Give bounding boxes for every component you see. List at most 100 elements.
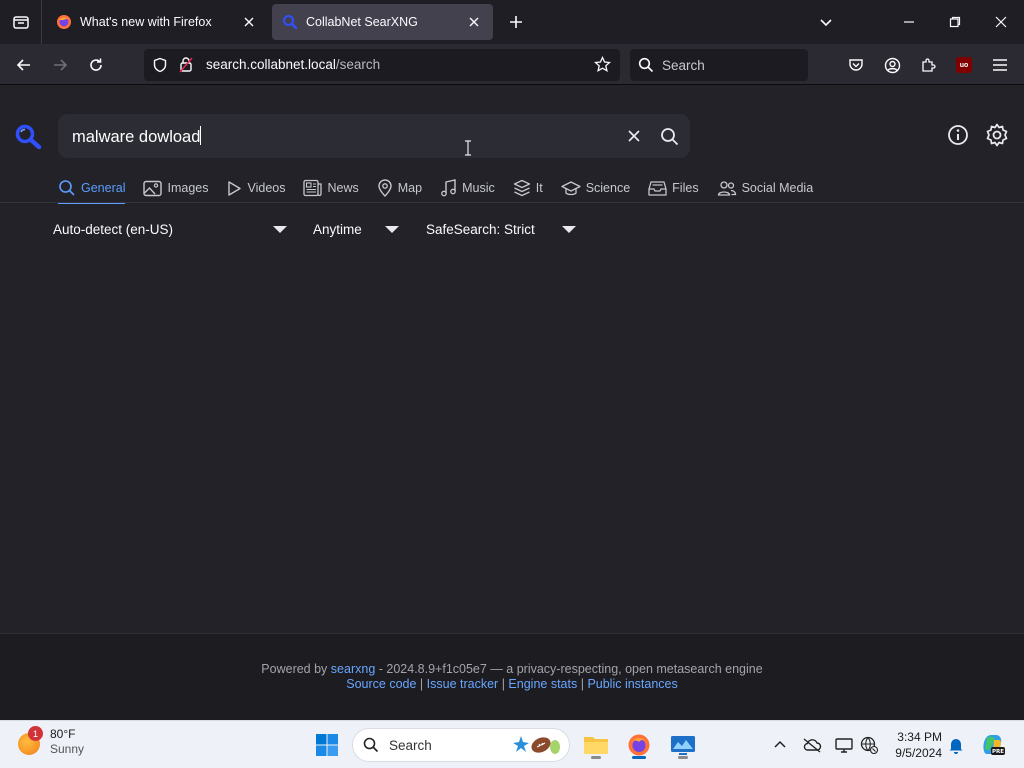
taskbar-search[interactable]: Search <box>352 728 570 762</box>
active-indicator <box>632 756 646 759</box>
windows-taskbar: 1 80°F Sunny Search 3:34 PM 9/5/2024 PRE <box>0 720 1024 768</box>
dropdown-arrow-icon <box>562 225 576 233</box>
category-images[interactable]: Images <box>143 173 208 203</box>
notifications-button[interactable] <box>946 735 966 755</box>
search-query-text: malware dowload <box>72 126 202 147</box>
tab-close-button[interactable] <box>240 13 258 31</box>
category-files[interactable]: Files <box>648 173 699 203</box>
display-tray-button[interactable] <box>834 735 854 755</box>
dropdown-arrow-icon <box>273 225 287 233</box>
account-button[interactable] <box>877 50 907 80</box>
category-tabs: General Images Videos News Map Music It <box>58 173 831 204</box>
remote-desktop-button[interactable] <box>667 729 699 761</box>
onedrive-tray-button[interactable] <box>802 735 822 755</box>
firefox-taskbar-button[interactable] <box>623 729 655 761</box>
clock-date: 9/5/2024 <box>895 746 942 760</box>
page-footer: Powered by searxng - 2024.8.9+f1c05e7 — … <box>0 633 1024 720</box>
reload-button[interactable] <box>81 50 111 80</box>
forward-button[interactable] <box>45 50 75 80</box>
source-code-link[interactable]: Source code <box>346 677 416 691</box>
ublock-origin-button[interactable]: uo <box>949 50 979 80</box>
firefox-view-icon <box>12 16 29 29</box>
pocket-icon <box>849 59 863 71</box>
category-videos[interactable]: Videos <box>226 173 285 203</box>
hamburger-menu-icon <box>993 59 1007 71</box>
firefox-logo-icon <box>57 15 71 29</box>
show-hidden-icons-button[interactable] <box>770 735 790 755</box>
browser-search-bar[interactable]: Search <box>630 49 808 81</box>
newspaper-icon <box>303 179 323 197</box>
searxng-link[interactable]: searxng <box>331 662 375 676</box>
restore-button[interactable] <box>932 0 978 44</box>
tab-collabnet-searxng[interactable]: CollabNet SearXNG <box>272 4 493 40</box>
category-news[interactable]: News <box>303 173 359 203</box>
about-button[interactable] <box>946 123 970 147</box>
firefox-view-button[interactable] <box>0 0 42 44</box>
weather-text: 80°F Sunny <box>50 727 84 757</box>
image-icon <box>143 180 163 196</box>
language-select-value: Auto-detect (en-US) <box>53 221 174 237</box>
safesearch-select[interactable]: SafeSearch: Strict <box>426 220 576 238</box>
extensions-button[interactable] <box>913 50 943 80</box>
text-cursor-icon <box>465 140 471 156</box>
search-submit-button[interactable] <box>657 124 681 148</box>
category-general[interactable]: General <box>58 173 126 204</box>
shield-icon[interactable] <box>152 57 168 73</box>
url-path: /search <box>335 57 381 72</box>
url-text: search.collabnet.local/search <box>206 57 380 72</box>
weather-condition: Sunny <box>50 742 85 756</box>
category-label: Map <box>397 181 423 195</box>
tab-title: What's new with Firefox <box>80 15 212 29</box>
bookmark-star-icon[interactable] <box>594 56 611 73</box>
new-tab-button[interactable] <box>502 8 530 36</box>
puzzle-piece-icon <box>922 58 936 72</box>
category-social-media[interactable]: Social Media <box>717 173 813 203</box>
network-tray-button[interactable] <box>859 735 879 755</box>
weather-widget[interactable]: 1 80°F Sunny <box>18 726 84 757</box>
insecure-lock-icon[interactable] <box>178 56 194 73</box>
list-all-tabs-button[interactable] <box>803 0 849 44</box>
searxng-logo-icon[interactable] <box>14 123 42 149</box>
language-select[interactable]: Auto-detect (en-US) <box>53 220 287 238</box>
text-caret <box>200 126 202 145</box>
preferences-button[interactable] <box>984 122 1010 148</box>
browser-search-placeholder: Search <box>662 57 705 73</box>
taskbar-clock[interactable]: 3:34 PM 9/5/2024 <box>886 729 942 761</box>
engine-stats-link[interactable]: Engine stats <box>508 677 577 691</box>
weather-temperature: 80°F <box>50 727 76 741</box>
clear-search-button[interactable] <box>624 126 644 146</box>
file-explorer-button[interactable] <box>580 729 612 761</box>
search-input[interactable]: malware dowload <box>58 114 690 158</box>
category-label: Videos <box>247 181 286 195</box>
category-label: Files <box>672 181 699 195</box>
bell-icon <box>949 738 963 754</box>
category-music[interactable]: Music <box>440 173 495 203</box>
tab-close-button[interactable] <box>465 13 483 31</box>
back-button[interactable] <box>9 50 39 80</box>
running-indicator <box>678 756 688 759</box>
category-science[interactable]: Science <box>561 173 630 203</box>
music-note-icon <box>441 179 456 197</box>
search-icon <box>638 57 654 73</box>
public-instances-link[interactable]: Public instances <box>587 677 677 691</box>
notification-badge: 1 <box>28 726 43 741</box>
app-menu-button[interactable] <box>985 50 1015 80</box>
issue-tracker-link[interactable]: Issue tracker <box>427 677 499 691</box>
category-label: Music <box>462 181 495 195</box>
start-button[interactable] <box>311 729 343 761</box>
category-map[interactable]: Map <box>377 173 422 203</box>
minimize-button[interactable] <box>886 0 932 44</box>
tab-title: CollabNet SearXNG <box>306 15 418 29</box>
map-pin-icon <box>378 179 392 197</box>
cloud-offline-icon <box>803 738 822 753</box>
pocket-button[interactable] <box>841 50 871 80</box>
copilot-button[interactable]: PRE <box>980 731 1006 757</box>
address-bar[interactable]: search.collabnet.local/search <box>144 49 620 81</box>
time-range-select[interactable]: Anytime <box>313 220 399 238</box>
tab-whats-new[interactable]: What's new with Firefox <box>46 4 268 40</box>
close-window-button[interactable] <box>978 0 1024 44</box>
running-indicator <box>591 756 601 759</box>
firefox-logo-icon <box>628 734 650 756</box>
monitor-icon <box>835 738 853 753</box>
category-it[interactable]: It <box>513 173 543 203</box>
